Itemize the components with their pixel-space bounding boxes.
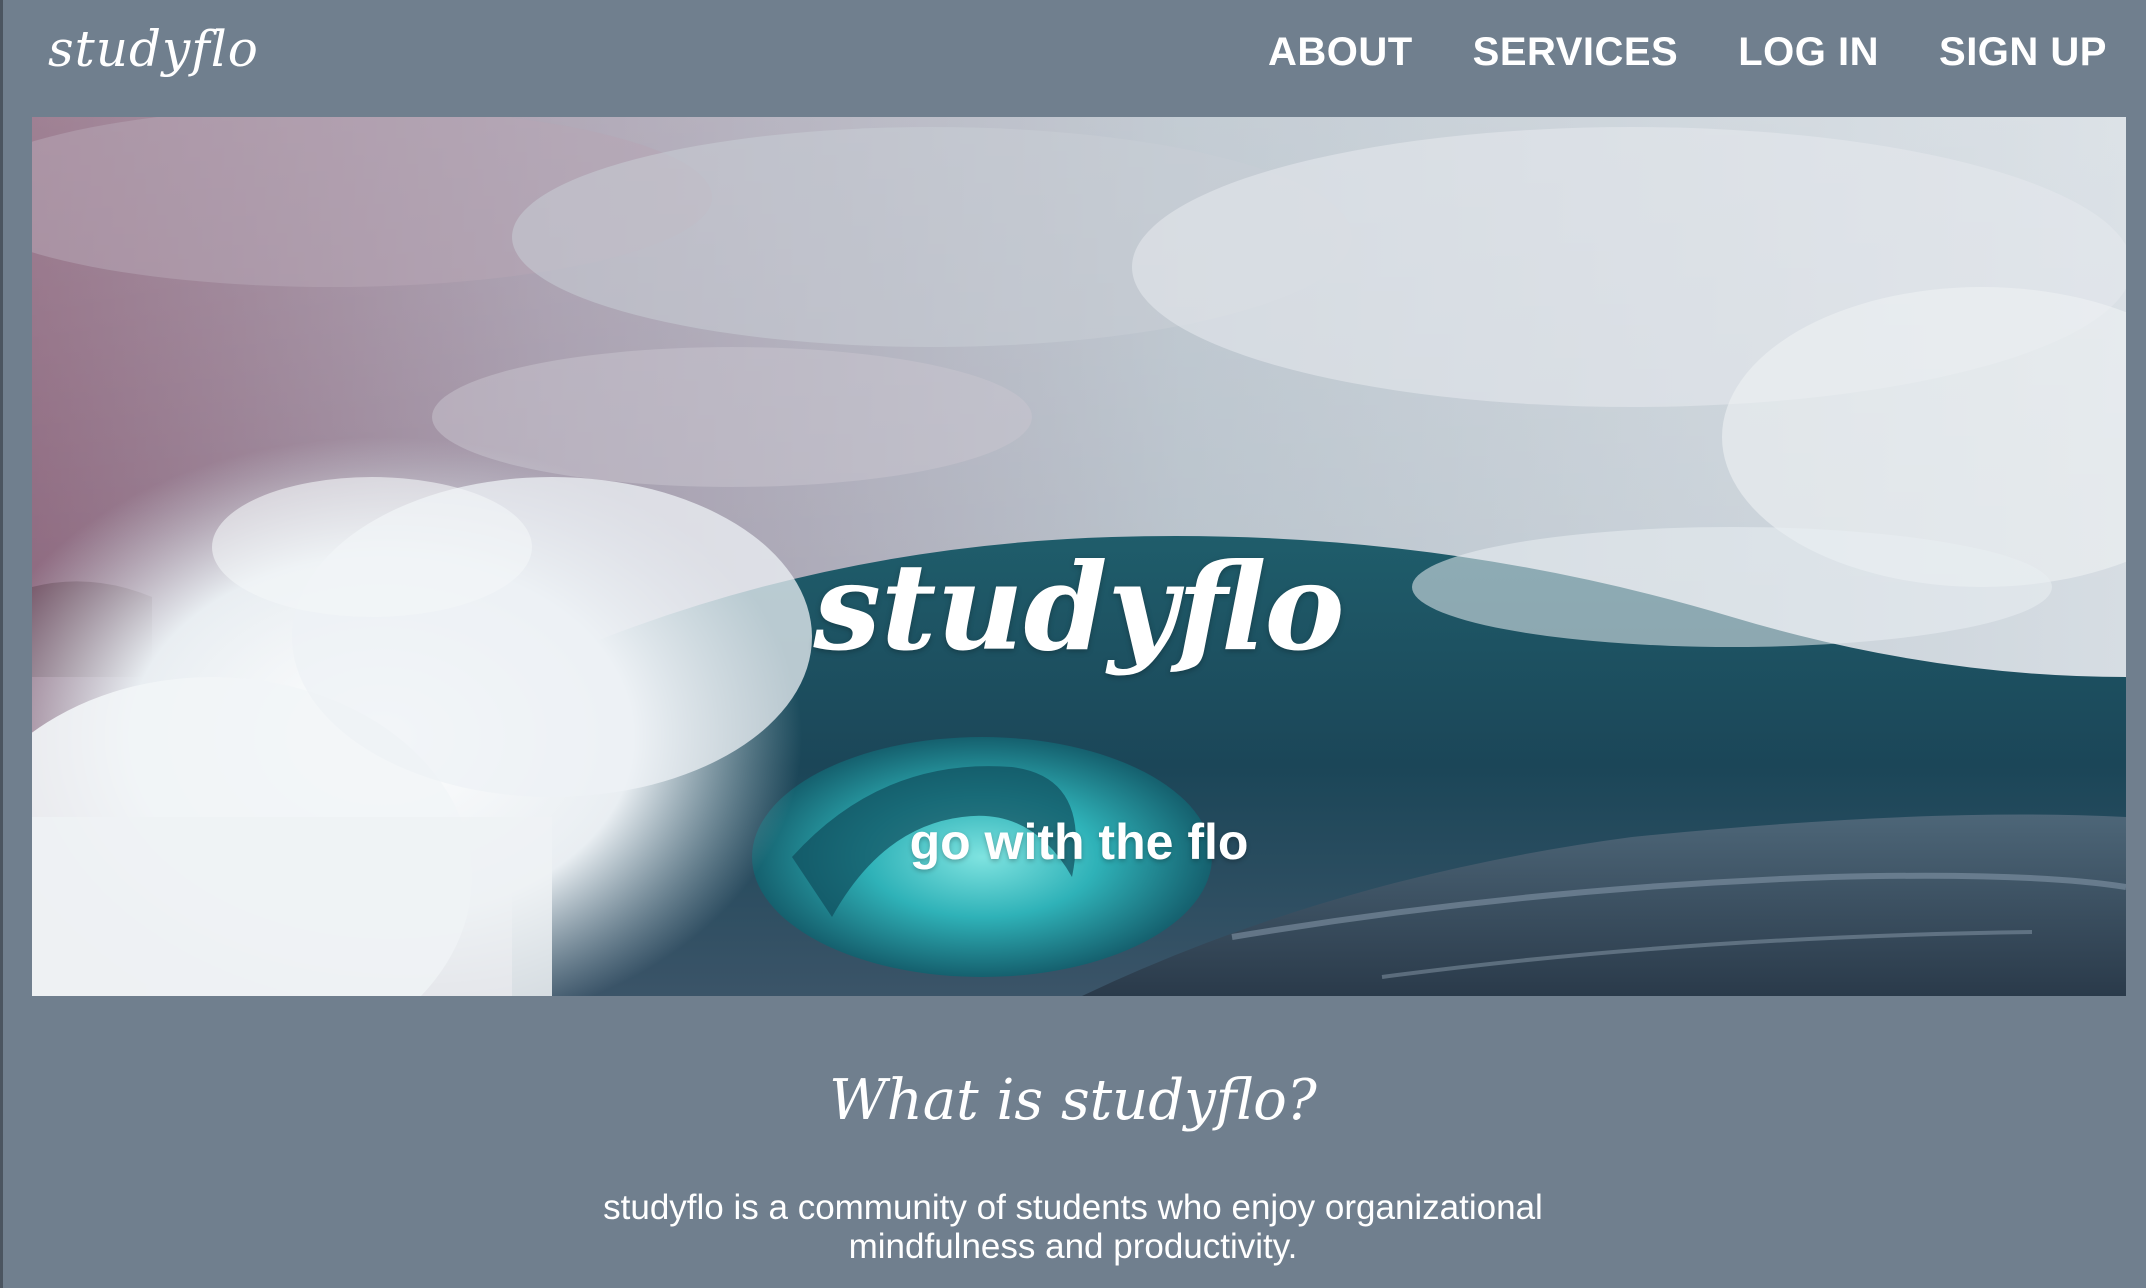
main-nav: ABOUT SERVICES LOG IN SIGN UP: [1268, 30, 2107, 75]
nav-services-link[interactable]: SERVICES: [1473, 30, 1679, 75]
about-heading: What is studyflo?: [829, 1068, 1317, 1133]
about-description: studyflo is a community of students who …: [603, 1188, 1543, 1266]
nav-signup-link[interactable]: SIGN UP: [1939, 30, 2107, 75]
hero-banner: studyflo go with the flo: [32, 117, 2126, 996]
hero-tagline: go with the flo: [909, 814, 1249, 870]
nav-login-link[interactable]: LOG IN: [1738, 30, 1879, 75]
site-logo[interactable]: studyflo: [48, 20, 259, 78]
hero-title: studyflo: [813, 537, 1345, 678]
nav-about-link[interactable]: ABOUT: [1268, 30, 1413, 75]
